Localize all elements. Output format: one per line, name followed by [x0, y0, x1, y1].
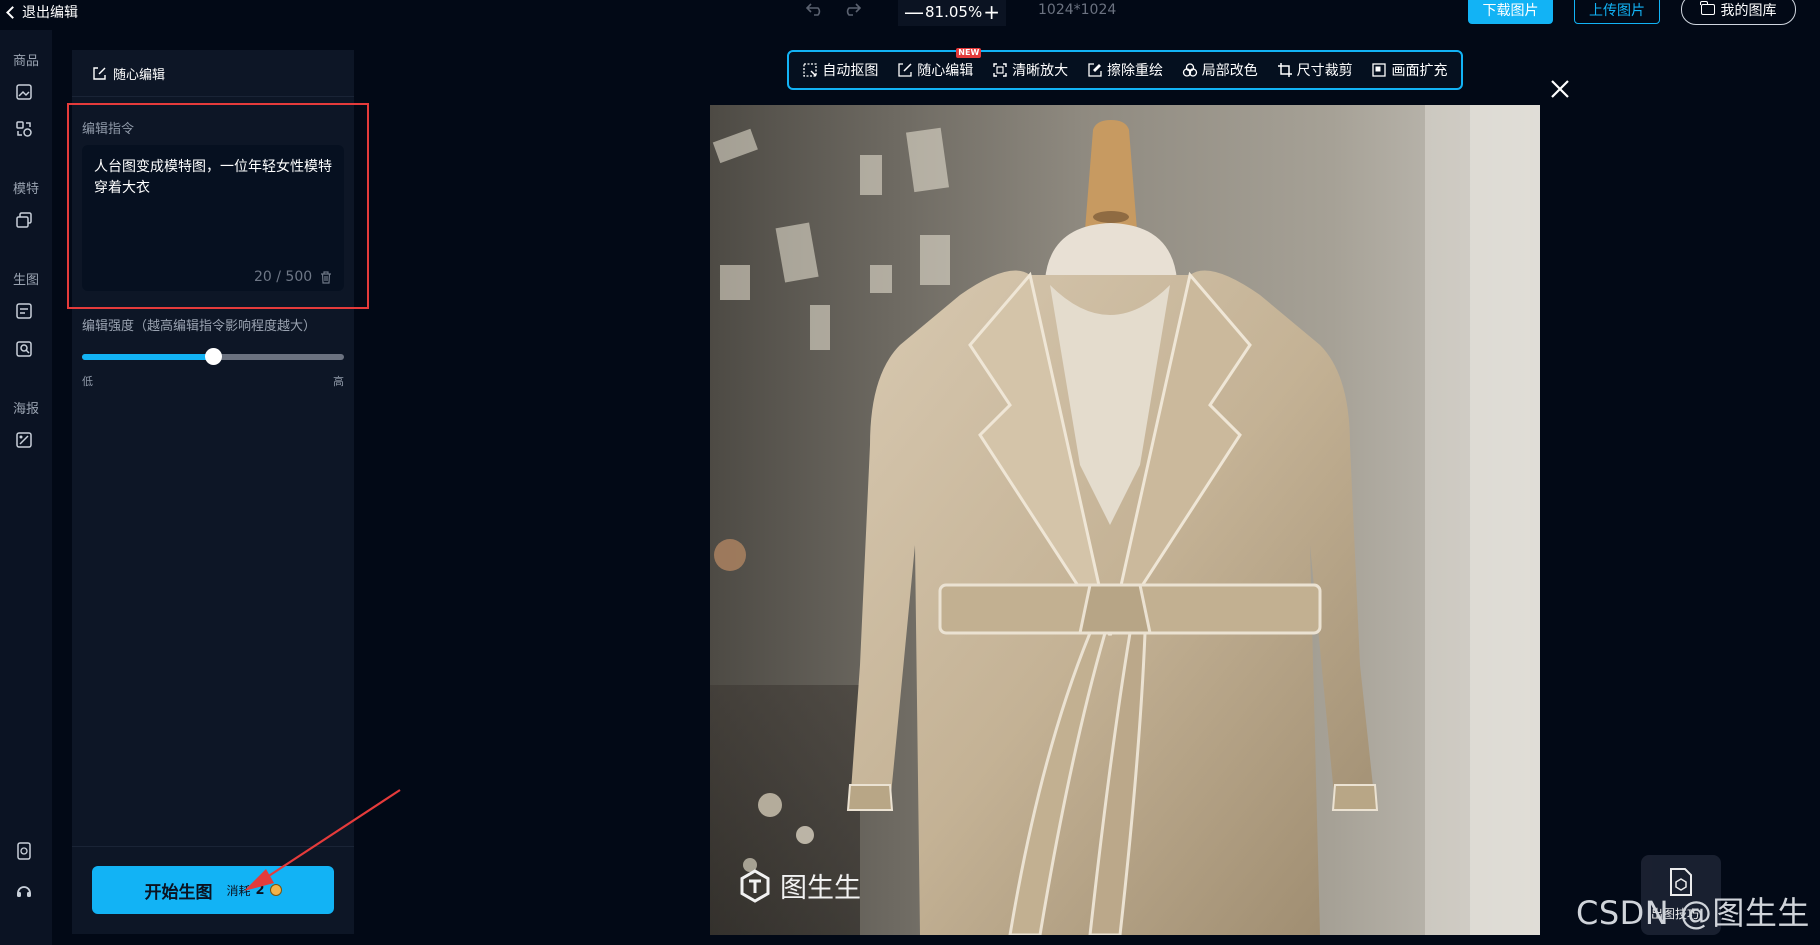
- page-watermark: CSDN @图生生: [1576, 894, 1810, 932]
- new-badge: NEW: [956, 48, 982, 58]
- tool-recolor[interactable]: 局部改色: [1182, 60, 1258, 80]
- exit-edit-label: 退出编辑: [22, 5, 78, 21]
- tool-label: 擦除重绘: [1106, 63, 1163, 79]
- download-button[interactable]: 下载图片: [1468, 0, 1553, 24]
- strength-slider-thumb[interactable]: [205, 348, 222, 365]
- expand-icon: [1372, 63, 1387, 77]
- tool-label: 局部改色: [1201, 63, 1258, 79]
- poster-edit-icon[interactable]: [15, 431, 33, 449]
- left-rail: 商品 模特 生图 海报: [0, 30, 52, 945]
- customer-service-icon[interactable]: [15, 882, 33, 900]
- tool-label: 清晰放大: [1012, 63, 1069, 79]
- rail-section-poster: 海报: [12, 402, 39, 417]
- rail-section-generate: 生图: [12, 273, 39, 288]
- strength-low-label: 低: [82, 375, 93, 388]
- tool-outpaint[interactable]: 画面扩充: [1371, 60, 1447, 80]
- redo-icon: [846, 3, 861, 16]
- crop-icon: [1277, 63, 1292, 77]
- product-swap-icon[interactable]: [15, 120, 33, 138]
- annotation-arrow: [244, 789, 401, 891]
- strength-slider-fill: [82, 354, 213, 360]
- cutout-icon: [803, 63, 818, 77]
- upload-button[interactable]: 上传图片: [1574, 0, 1660, 24]
- close-icon[interactable]: [1549, 78, 1571, 100]
- generate-label: 开始生图: [144, 882, 213, 903]
- erase-icon: [1088, 63, 1102, 77]
- free-edit-icon: [898, 63, 912, 77]
- zoom-control: — 81.05% +: [898, 0, 1006, 26]
- zoom-in-button[interactable]: +: [983, 2, 1000, 22]
- undo-icon: [806, 3, 821, 16]
- generate-search-icon[interactable]: [15, 340, 33, 358]
- canvas-image[interactable]: [710, 105, 1540, 935]
- tool-label: 自动抠图: [822, 63, 879, 79]
- zoom-value: 81.05%: [925, 3, 983, 21]
- tool-label: 随心编辑: [917, 63, 974, 79]
- watermark-text: 图生生: [780, 873, 861, 904]
- tool-erase-redraw[interactable]: 擦除重绘: [1087, 60, 1163, 80]
- model-gallery-icon[interactable]: [15, 211, 33, 229]
- my-library-button[interactable]: 我的图库: [1681, 0, 1796, 25]
- coat-on-mannequin-illustration: [710, 105, 1540, 935]
- strength-label: 编辑强度（越高编辑指令影响程度越大）: [82, 319, 317, 334]
- upscale-icon: [993, 63, 1007, 77]
- rail-section-product: 商品: [12, 54, 39, 69]
- folder-icon: [1700, 1, 1715, 15]
- edit-icon: [93, 66, 106, 80]
- product-image-icon[interactable]: [15, 83, 33, 101]
- zoom-out-button[interactable]: —: [904, 2, 924, 22]
- strength-high-label: 高: [333, 375, 344, 388]
- panel-title: 随心编辑: [113, 67, 166, 83]
- canvas-watermark: 图生生: [738, 866, 861, 905]
- recolor-icon: [1182, 63, 1197, 77]
- edit-toolbar: 自动抠图 随心编辑 NEW 清晰放大 擦除重绘 局部改色 尺寸裁剪 画面扩充: [787, 48, 1463, 90]
- redo-button[interactable]: [840, 0, 864, 20]
- panel-header: 随心编辑: [72, 50, 354, 97]
- tool-crop[interactable]: 尺寸裁剪: [1277, 60, 1353, 80]
- annotation-highlight-box: [67, 103, 369, 309]
- tool-label: 画面扩充: [1391, 63, 1448, 79]
- undo-button[interactable]: [803, 0, 827, 20]
- brand-logo-icon: [740, 868, 770, 903]
- rail-section-model: 模特: [12, 182, 39, 197]
- chevron-left-icon: [6, 5, 19, 19]
- tool-free-edit[interactable]: 随心编辑 NEW: [897, 48, 982, 80]
- my-library-label: 我的图库: [1720, 2, 1777, 19]
- generate-doc-icon[interactable]: [15, 302, 33, 320]
- help-doc-icon[interactable]: [15, 842, 33, 860]
- exit-edit-button[interactable]: 退出编辑: [6, 1, 78, 23]
- tool-auto-cutout[interactable]: 自动抠图: [802, 60, 878, 80]
- image-size: 1024*1024: [1038, 2, 1117, 18]
- tool-label: 尺寸裁剪: [1296, 63, 1353, 79]
- tool-upscale[interactable]: 清晰放大: [992, 60, 1068, 80]
